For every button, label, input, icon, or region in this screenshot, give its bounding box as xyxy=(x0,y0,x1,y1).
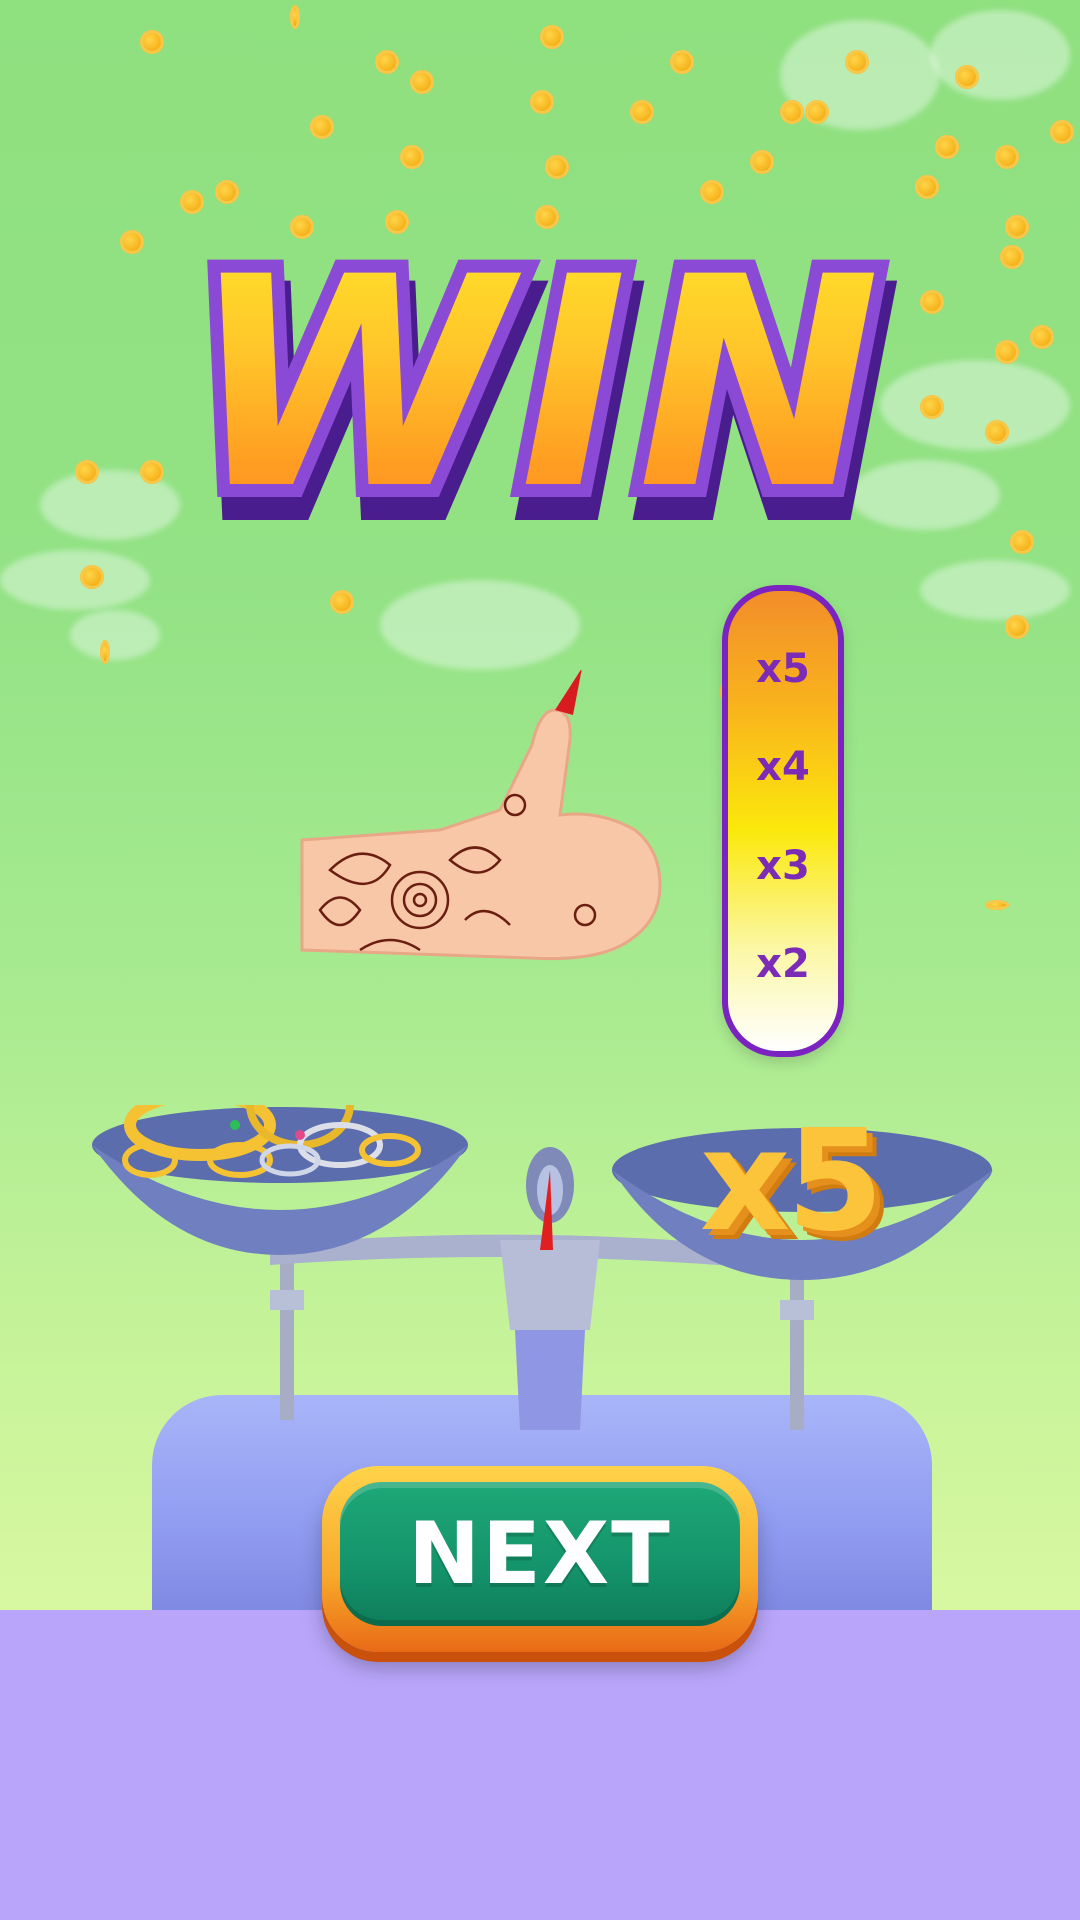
coin-icon xyxy=(985,420,1009,444)
left-scale-pan xyxy=(92,1105,468,1255)
coin-icon xyxy=(750,150,774,174)
right-pan-multiplier: x5 xyxy=(700,1100,884,1263)
coin-icon xyxy=(290,5,300,29)
coin-icon xyxy=(215,180,239,204)
coin-icon xyxy=(180,190,204,214)
coin-icon xyxy=(410,70,434,94)
coin-icon xyxy=(1030,325,1054,349)
meter-label-x4: x4 xyxy=(756,744,810,790)
coin-icon xyxy=(670,50,694,74)
cloud xyxy=(920,560,1070,620)
thumbs-up-hand-icon xyxy=(300,670,662,961)
coin-icon xyxy=(780,100,804,124)
next-button-label: NEXT xyxy=(408,1504,672,1604)
coin-icon xyxy=(700,180,724,204)
coin-icon xyxy=(995,340,1019,364)
coin-icon xyxy=(935,135,959,159)
coin-icon xyxy=(1005,615,1029,639)
coin-icon xyxy=(330,590,354,614)
coin-icon xyxy=(845,50,869,74)
coin-icon xyxy=(545,155,569,179)
coin-icon xyxy=(540,25,564,49)
coin-icon xyxy=(1005,215,1029,239)
coin-icon xyxy=(1010,530,1034,554)
coin-icon xyxy=(1000,245,1024,269)
next-button[interactable]: NEXT xyxy=(322,1466,758,1652)
coin-icon xyxy=(75,460,99,484)
coin-icon xyxy=(630,100,654,124)
coin-icon xyxy=(805,100,829,124)
coin-icon xyxy=(140,30,164,54)
coin-icon xyxy=(1050,120,1074,144)
coin-icon xyxy=(915,175,939,199)
multiplier-meter: x5 x4 x3 x2 xyxy=(722,585,844,1057)
meter-label-x5: x5 xyxy=(756,646,810,692)
coin-icon xyxy=(995,145,1019,169)
coin-icon xyxy=(985,900,1009,910)
next-button-face[interactable]: NEXT xyxy=(340,1482,740,1626)
coin-icon xyxy=(80,565,104,589)
game-scene: WIN WIN WIN x5 x4 x3 x2 xyxy=(0,0,1080,1920)
meter-label-x2: x2 xyxy=(756,941,810,987)
coin-icon xyxy=(120,230,144,254)
cloud xyxy=(930,10,1070,100)
cloud xyxy=(780,20,940,130)
coin-icon xyxy=(375,50,399,74)
floor xyxy=(0,1610,1080,1920)
meter-label-x3: x3 xyxy=(756,843,810,889)
coin-icon xyxy=(310,115,334,139)
cloud xyxy=(0,550,150,610)
win-title-fill: WIN xyxy=(150,225,930,545)
cloud xyxy=(380,580,580,670)
coin-icon xyxy=(955,65,979,89)
cloud xyxy=(70,610,160,660)
coin-icon xyxy=(400,145,424,169)
win-title: WIN WIN WIN xyxy=(150,212,930,581)
coin-icon xyxy=(100,640,110,664)
coin-icon xyxy=(530,90,554,114)
